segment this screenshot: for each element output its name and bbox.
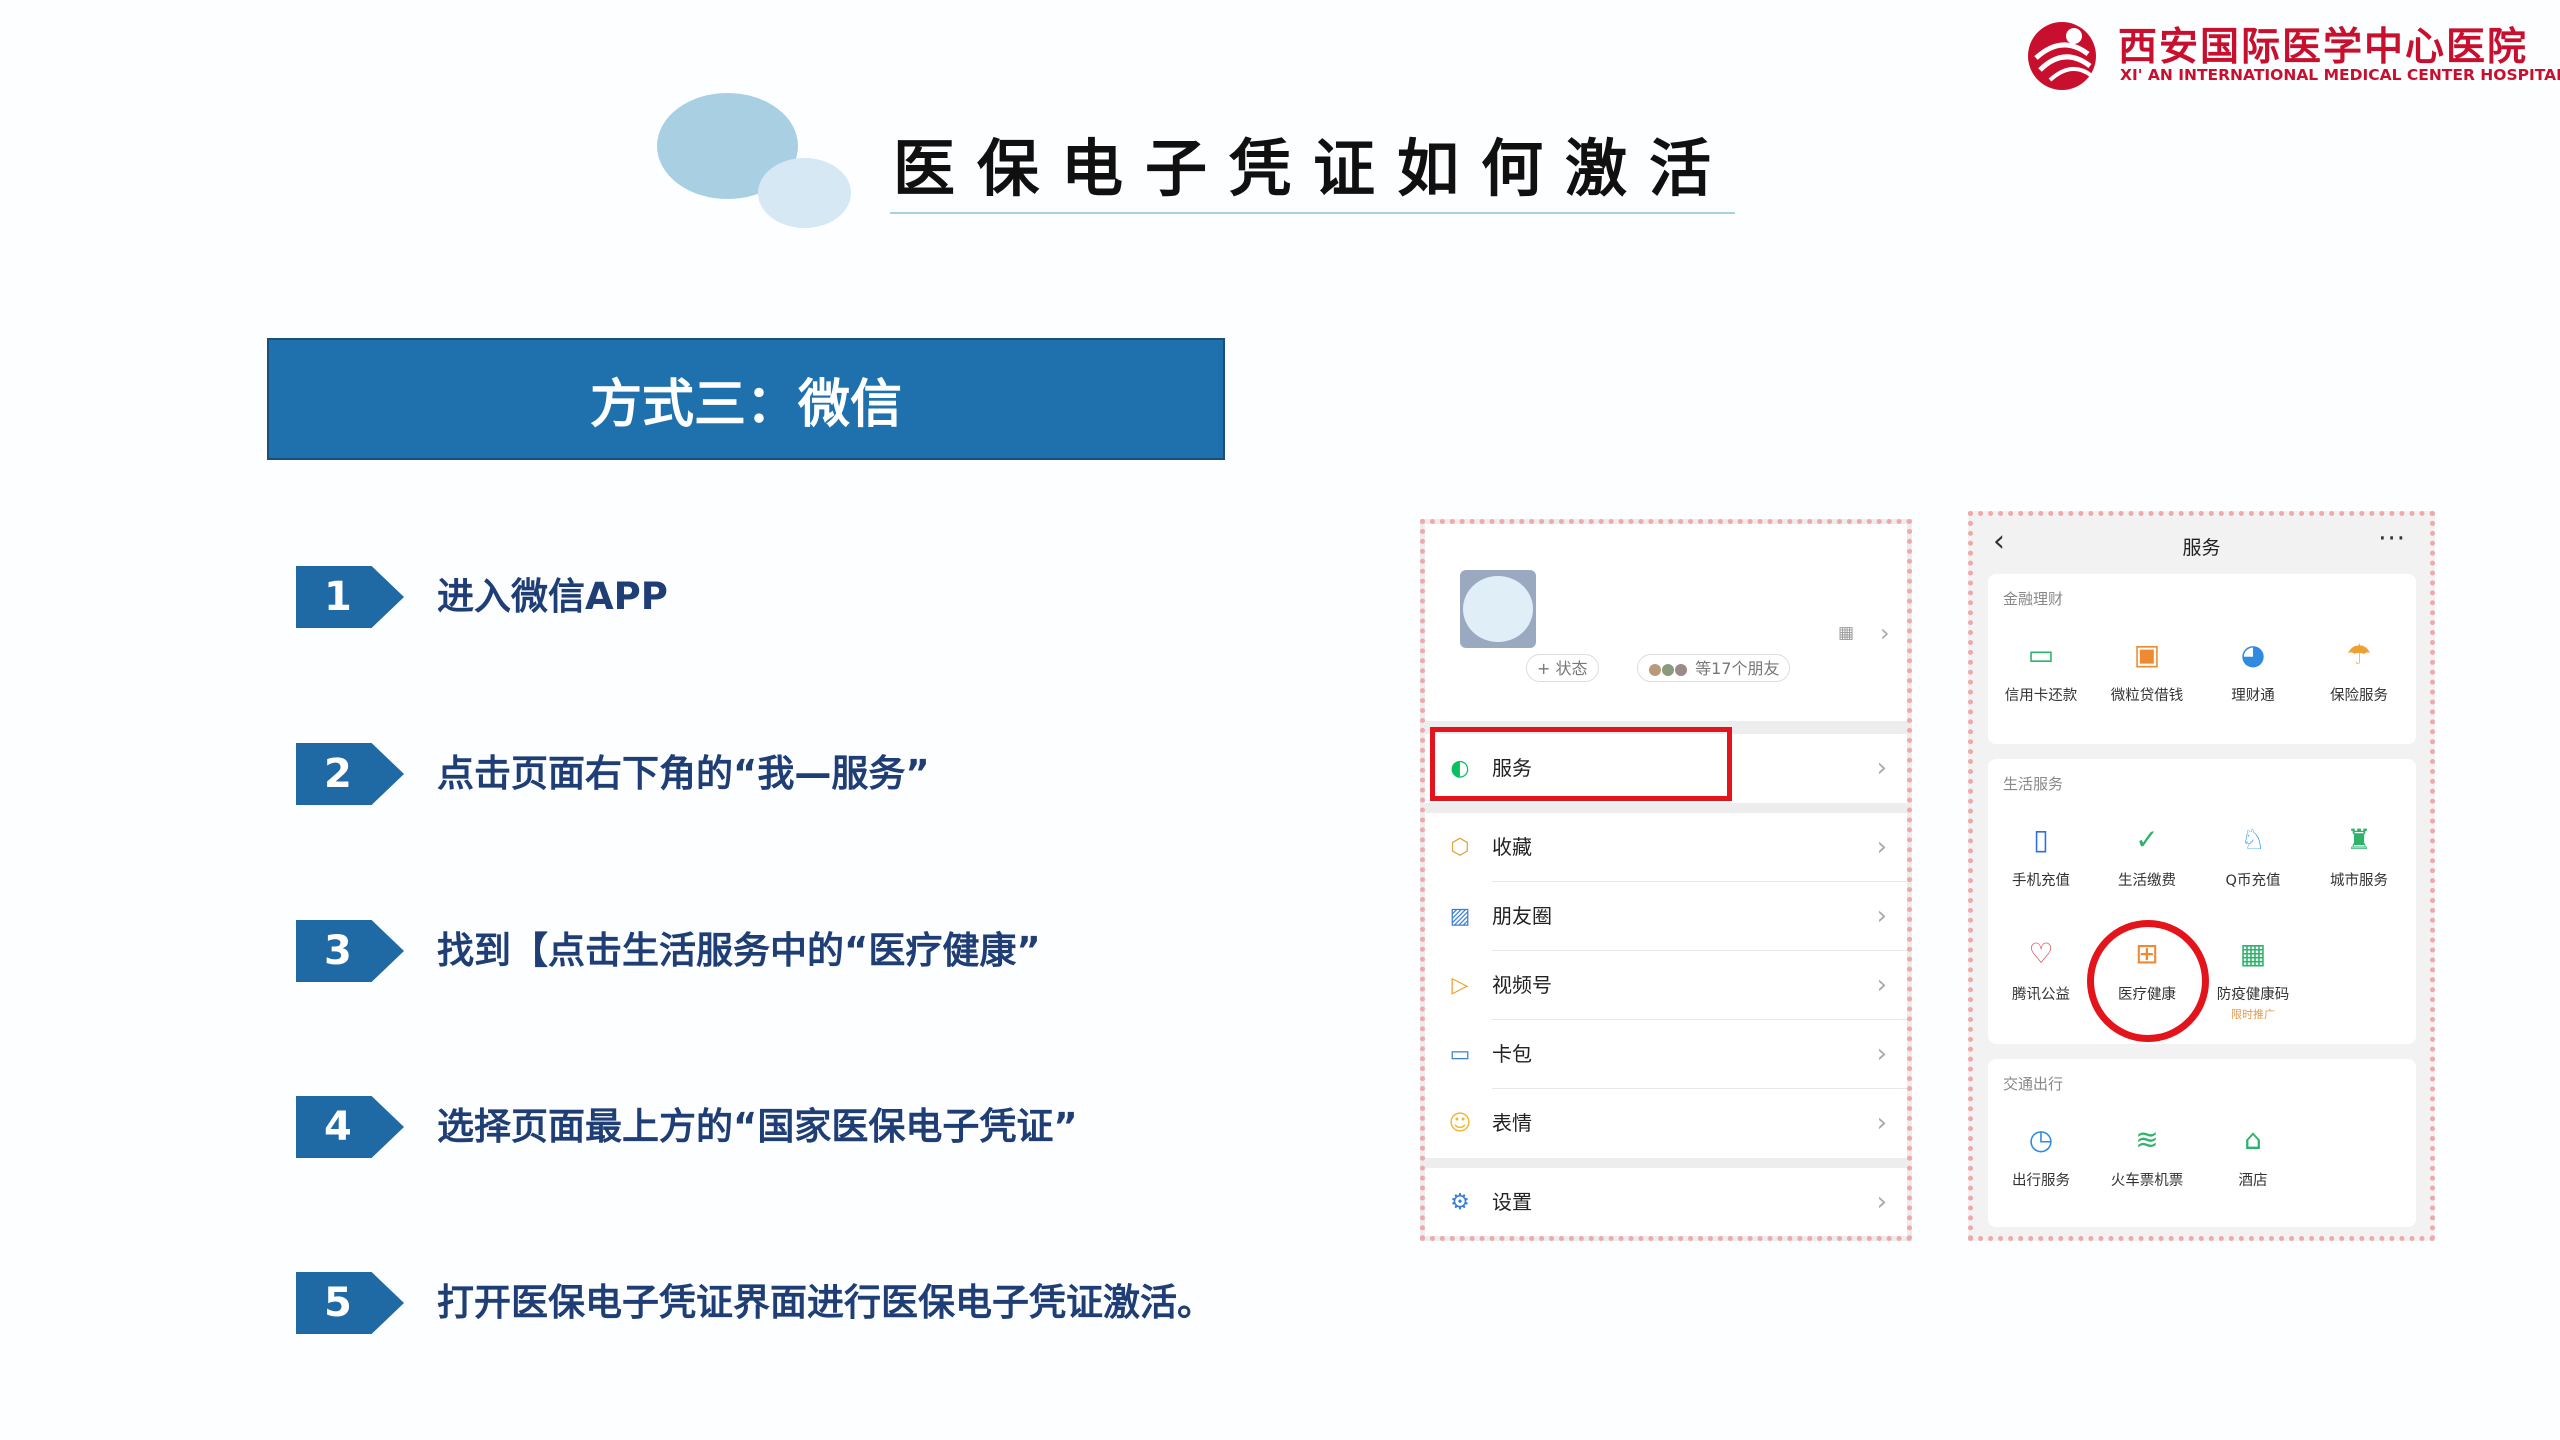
service-qq-coin[interactable]: ♘ Q币充值	[2200, 823, 2306, 890]
service-city[interactable]: ♜ 城市服务	[2306, 823, 2412, 890]
page-title: 医保电子凭证如何激活	[893, 132, 1734, 205]
train-plane-ticket-icon: ≋	[2135, 1123, 2159, 1156]
step-text-1: 进入微信APP	[437, 575, 668, 618]
service-credit-card[interactable]: ▭ 信用卡还款	[1988, 638, 2094, 705]
health-qr-code-icon: ▦	[2239, 937, 2267, 970]
menu-item-label: 卡包	[1492, 1042, 1532, 1066]
chevron-right-icon: ›	[1876, 753, 1887, 783]
step-badge-5: 5	[296, 1272, 404, 1334]
service-loan[interactable]: ▣ 微粒贷借钱	[2094, 638, 2200, 705]
menu-item-stickers[interactable]: ☺ 表情 ›	[1425, 1089, 1907, 1158]
favorites-cube-icon: ⬡	[1450, 835, 1470, 860]
wechat-services-screenshot: ‹ 服务 ··· 金融理财 ▭ 信用卡还款 ▣ 微粒贷借钱 ◕ 理财通 ☂ 保险…	[1968, 511, 2435, 1241]
card-wallet-icon: ▭	[1449, 1042, 1471, 1067]
friends-status-pill[interactable]: 等17个朋友	[1637, 654, 1791, 682]
sticker-smile-icon: ☺	[1448, 1111, 1472, 1136]
chevron-right-icon: ›	[1876, 901, 1887, 931]
step-badge-1: 1	[296, 566, 404, 628]
step-badge-4: 4	[296, 1096, 404, 1158]
menu-item-label: 视频号	[1492, 973, 1552, 997]
menu-item-settings[interactable]: ⚙ 设置 ›	[1425, 1168, 1907, 1236]
service-phone-topup[interactable]: ▯ 手机充值	[1988, 823, 2094, 890]
hospital-name-en: XI' AN INTERNATIONAL MEDICAL CENTER HOSP…	[2120, 66, 2560, 84]
menu-item-favorites[interactable]: ⬡ 收藏 ›	[1425, 813, 1907, 882]
highlight-rectangle	[1430, 727, 1732, 801]
menu-item-label: 表情	[1492, 1111, 1532, 1135]
travel-compass-icon: ◷	[2028, 1123, 2054, 1156]
chevron-right-icon: ›	[1876, 1039, 1887, 1069]
section-finance: 金融理财 ▭ 信用卡还款 ▣ 微粒贷借钱 ◕ 理财通 ☂ 保险服务	[1988, 574, 2416, 744]
loan-wallet-icon: ▣	[2133, 638, 2161, 671]
channels-play-icon: ▷	[1451, 973, 1469, 998]
hospital-name-cn: 西安国际医学中心医院	[2118, 25, 2529, 70]
service-train-plane[interactable]: ≋ 火车票机票	[2094, 1123, 2200, 1190]
menu-item-label: 设置	[1492, 1190, 1532, 1214]
service-wealth[interactable]: ◕ 理财通	[2200, 638, 2306, 705]
menu-item-card-wallet[interactable]: ▭ 卡包 ›	[1425, 1020, 1907, 1089]
menu-item-channels[interactable]: ▷ 视频号 ›	[1425, 951, 1907, 1020]
decor-bubble-small	[758, 158, 851, 228]
menu-group-main: ⬡ 收藏 › ▨ 朋友圈 › ▷ 视频号 › ▭ 卡包 › ☺ 表情 ›	[1425, 813, 1907, 1158]
qq-coin-icon: ♘	[2240, 823, 2266, 856]
charity-heart-icon: ♡	[2028, 937, 2054, 970]
chevron-right-icon: ›	[1880, 619, 1890, 647]
hotel-bed-icon: ⌂	[2244, 1123, 2262, 1156]
service-insurance[interactable]: ☂ 保险服务	[2306, 638, 2412, 705]
step-text-4: 选择页面最上方的“国家医保电子凭证”	[437, 1105, 1078, 1148]
chevron-right-icon: ›	[1876, 970, 1887, 1000]
friend-avatars-icon	[1649, 663, 1687, 676]
service-charity[interactable]: ♡ 腾讯公益	[1988, 937, 2094, 1004]
section-header: 生活服务	[2003, 775, 2064, 793]
section-header: 交通出行	[2003, 1075, 2064, 1093]
utility-bill-icon: ✓	[2135, 823, 2159, 856]
step-text-3: 找到【点击生活服务中的“医疗健康”	[437, 929, 1041, 972]
phone-topup-icon: ▯	[2033, 823, 2049, 856]
status-button[interactable]: + 状态	[1526, 654, 1599, 682]
title-underline	[890, 212, 1735, 214]
highlight-circle	[2087, 920, 2209, 1042]
services-nav-bar: ‹ 服务 ···	[1973, 516, 2430, 571]
avatar[interactable]	[1460, 570, 1536, 648]
service-travel[interactable]: ◷ 出行服务	[1988, 1123, 2094, 1190]
menu-group-settings: ⚙ 设置 ›	[1425, 1168, 1907, 1236]
section-transport: 交通出行 ◷ 出行服务 ≋ 火车票机票 ⌂ 酒店	[1988, 1059, 2416, 1227]
service-health-code[interactable]: ▦ 防疫健康码 限时推广	[2200, 937, 2306, 1022]
wealth-icon: ◕	[2240, 638, 2266, 671]
city-service-icon: ♜	[2346, 823, 2372, 856]
chevron-right-icon: ›	[1876, 832, 1887, 862]
step-text-5: 打开医保电子凭证界面进行医保电子凭证激活。	[437, 1281, 1214, 1324]
promo-label: 限时推广	[2231, 1008, 2275, 1021]
service-hotel[interactable]: ⌂ 酒店	[2200, 1123, 2306, 1190]
qr-code-icon[interactable]: ▦	[1838, 625, 1855, 642]
menu-item-moments[interactable]: ▨ 朋友圈 ›	[1425, 882, 1907, 951]
chevron-right-icon: ›	[1876, 1187, 1887, 1217]
section-header: 金融理财	[2003, 590, 2064, 608]
more-dots-icon[interactable]: ···	[2378, 524, 2406, 554]
menu-item-label: 收藏	[1492, 835, 1532, 859]
settings-gear-icon: ⚙	[1450, 1190, 1470, 1215]
service-utility-bill[interactable]: ✓ 生活缴费	[2094, 823, 2200, 890]
menu-item-label: 朋友圈	[1492, 904, 1552, 928]
wechat-me-screenshot: ▦ › + 状态 等17个朋友 ◐ 服务 › ⬡ 收藏 › ▨ 朋友圈 › ▷ …	[1420, 519, 1912, 1241]
credit-card-icon: ▭	[2027, 638, 2055, 671]
hospital-logo-icon	[2028, 22, 2096, 90]
step-badge-3: 3	[296, 920, 404, 982]
friends-count-label: 等17个朋友	[1695, 659, 1780, 678]
chevron-right-icon: ›	[1876, 1108, 1887, 1138]
profile-header: ▦ › + 状态 等17个朋友	[1425, 524, 1907, 721]
step-badge-2: 2	[296, 743, 404, 805]
insurance-umbrella-icon: ☂	[2346, 638, 2372, 671]
services-title: 服务	[2182, 537, 2221, 559]
moments-image-icon: ▨	[1449, 904, 1471, 929]
step-text-2: 点击页面右下角的“我—服务”	[437, 752, 930, 795]
method-banner: 方式三：微信	[267, 338, 1225, 460]
